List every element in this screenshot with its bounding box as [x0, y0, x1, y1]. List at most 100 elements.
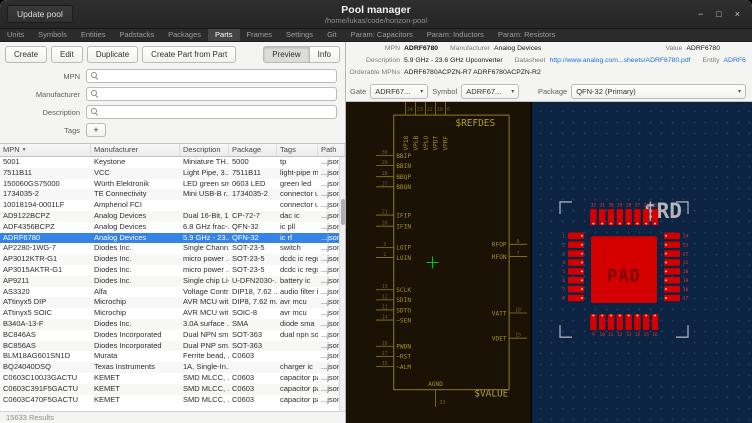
table-row[interactable]: 10018194-0001LFAmphenol FCIconnector usb… — [0, 200, 345, 211]
table-row[interactable]: AP3015AKTR-G1Diodes Inc.micro power ...S… — [0, 265, 345, 276]
description-search-input[interactable] — [102, 108, 332, 117]
package-selector: Package QFN-32 (Primary) ▾ — [532, 84, 752, 99]
results-count: 15633 Results — [0, 411, 345, 423]
tab-frames[interactable]: Frames — [240, 29, 279, 41]
column-header-tags[interactable]: Tags — [277, 144, 318, 156]
table-row[interactable]: BC846ASDiodes IncorporatedDual NPN sm...… — [0, 330, 345, 341]
column-header-description[interactable]: Description — [180, 144, 229, 156]
svg-text:27: 27 — [382, 181, 388, 187]
symbol-canvas[interactable]: $REFDES$VALUE30BBIP29BBIN28BBQP27BBQN21I… — [346, 102, 532, 423]
svg-text:16: 16 — [652, 332, 658, 338]
svg-text:26: 26 — [644, 202, 650, 208]
entity-link[interactable]: ADRF6780ACPZN-R7 — [724, 57, 747, 64]
column-header-path[interactable]: Path — [318, 144, 345, 156]
gate-symbol-selectors: Gate ADRF67... ▾ Symbol ADRF67... ▾ — [346, 84, 532, 99]
table-row[interactable]: ADF4356BCPZAnalog Devices6.8 GHz frac-..… — [0, 222, 345, 233]
manufacturer-search-entry — [86, 87, 337, 101]
pad: 3 — [562, 250, 584, 257]
svg-text:8: 8 — [562, 296, 565, 302]
svg-text:30: 30 — [608, 202, 614, 208]
svg-text:29: 29 — [617, 202, 623, 208]
symbol-pin: 10VPDT — [433, 102, 443, 150]
tab-param-capacitors[interactable]: Param: Capacitors — [344, 29, 420, 41]
table-row[interactable]: 1734035-2TE ConnectivityMini USB-B r...1… — [0, 189, 345, 200]
symbol-label: Symbol — [432, 87, 457, 96]
symbol-dropdown[interactable]: ADRF67... ▾ — [461, 84, 519, 99]
tab-param-resistors[interactable]: Param: Resistors — [491, 29, 563, 41]
tab-settings[interactable]: Settings — [279, 29, 320, 41]
tab-git[interactable]: Git — [320, 29, 344, 41]
svg-text:16: 16 — [382, 341, 388, 347]
tab-packages[interactable]: Packages — [161, 29, 208, 41]
minimize-icon[interactable]: − — [698, 10, 703, 19]
package-canvas[interactable]: $RDPAD1234567824232221201918173231302928… — [532, 102, 752, 423]
preview-toggle-button[interactable]: Preview — [263, 46, 309, 63]
table-row[interactable]: 150060GS75000Würth ElektronikLED green s… — [0, 179, 345, 190]
table-row[interactable]: 5001KeystoneMiniature TH...5000tp...json — [0, 157, 345, 168]
package-dropdown[interactable]: QFN-32 (Primary) ▾ — [571, 84, 746, 99]
table-row[interactable]: AP3012KTR-G1Diodes Inc.micro power ...SO… — [0, 254, 345, 265]
datasheet-link[interactable]: http://www.analog.com...sheets/ADRF6780.… — [550, 57, 691, 64]
tab-padstacks[interactable]: Padstacks — [112, 29, 161, 41]
table-row[interactable]: BC856ASDiodes IncorporatedDual PNP sm...… — [0, 341, 345, 352]
description-filter-row: Description — [0, 105, 337, 119]
info-toggle-button[interactable]: Info — [309, 46, 340, 63]
svg-text:VPLO: VPLO — [423, 136, 430, 151]
pad: 26 — [643, 202, 649, 225]
table-row[interactable]: ATtinyx5 SOICMicrochipAVR MCU wit...SOIC… — [0, 308, 345, 319]
table-row[interactable]: ATtinyx5 DIPMicrochipAVR MCU wit...DIP8,… — [0, 297, 345, 308]
tab-units[interactable]: Units — [0, 29, 31, 41]
tab-parts[interactable]: Parts — [208, 29, 240, 41]
pool-manager-window: Update pool Pool manager /home/lukas/cod… — [0, 0, 752, 423]
table-row[interactable]: B340A-13-FDiodes Inc.3.0A surface ...SMA… — [0, 319, 345, 330]
table-row[interactable]: BLM18AG601SN1DMurataFerrite bead, ...C06… — [0, 351, 345, 362]
headerbar: Update pool Pool manager /home/lukas/cod… — [0, 0, 752, 29]
table-scrollbar[interactable] — [339, 157, 345, 411]
create-part-from-part-button[interactable]: Create Part from Part — [142, 46, 236, 63]
svg-text:VATT: VATT — [492, 310, 507, 317]
svg-text:17: 17 — [683, 296, 689, 302]
table-row[interactable]: C0603C391F5GACTUKEMETSMD MLCC, ...C0603c… — [0, 384, 345, 395]
table-row[interactable]: ADRF6780Analog Devices5.9 GHz - 23...QFN… — [0, 233, 345, 244]
gate-dropdown[interactable]: ADRF67... ▾ — [370, 84, 428, 99]
value-value: ADRF6780 — [686, 45, 720, 52]
svg-text:LOIP: LOIP — [396, 245, 411, 252]
svg-text:AGND: AGND — [428, 381, 443, 388]
orderable-mpns-value: ADRF6780ACPZN-R7 ADRF6780ACPZN-R2 — [404, 69, 541, 76]
mpn-value: ADRF6780 — [404, 45, 438, 52]
mpn-search-input[interactable] — [102, 72, 332, 81]
maximize-icon[interactable]: □ — [716, 10, 721, 19]
update-pool-button[interactable]: Update pool — [7, 5, 73, 23]
table-row[interactable]: C0603C470F5GACTUKEMETSMD MLCC, ...C0603c… — [0, 395, 345, 406]
pad: 32 — [590, 202, 596, 225]
parts-table: MPN▼ManufacturerDescriptionPackageTagsPa… — [0, 143, 345, 411]
column-header-mpn[interactable]: MPN▼ — [0, 144, 91, 156]
edit-button[interactable]: Edit — [51, 46, 83, 63]
column-header-package[interactable]: Package — [229, 144, 277, 156]
table-row[interactable]: C0603C100J3GACTUKEMETSMD MLCC, ...C0603c… — [0, 373, 345, 384]
mpn-label: MPN — [348, 45, 400, 52]
table-row[interactable]: BQ24040DSQTexas Instruments1A, Single-In… — [0, 362, 345, 373]
entity-label: Entity — [703, 57, 720, 64]
add-tag-button[interactable]: + — [86, 123, 106, 137]
column-header-manufacturer[interactable]: Manufacturer — [91, 144, 180, 156]
tab-entities[interactable]: Entities — [74, 29, 113, 41]
table-row[interactable]: AP9211Diodes Inc.Single chip Li-...U-DFN… — [0, 276, 345, 287]
create-button[interactable]: Create — [5, 46, 47, 63]
close-icon[interactable]: × — [735, 10, 740, 19]
manufacturer-search-input[interactable] — [102, 90, 332, 99]
pad: 21 — [664, 259, 689, 266]
table-row[interactable]: AP2280-1WG-7Diodes Inc.Single Chann...SO… — [0, 243, 345, 254]
svg-text:21: 21 — [382, 210, 388, 216]
scrollbar-thumb[interactable] — [341, 199, 345, 225]
duplicate-button[interactable]: Duplicate — [87, 46, 138, 63]
svg-text:28: 28 — [382, 171, 388, 177]
info-row: Orderable MPNs ADRF6780ACPZN-R7 ADRF6780… — [348, 69, 746, 80]
table-row[interactable]: AD9122BCPZAnalog DevicesDual 16-Bit, 1..… — [0, 211, 345, 222]
svg-text:VPDT: VPDT — [433, 136, 440, 151]
tab-param-inductors[interactable]: Param: Inductors — [420, 29, 491, 41]
table-row[interactable]: 7511B11VCCLight Pipe, 3...7511B11light-p… — [0, 168, 345, 179]
tab-symbols[interactable]: Symbols — [31, 29, 74, 41]
pad: 22 — [664, 250, 689, 257]
table-row[interactable]: AS3320AlfaVoltage Contr...DIP18, 7.62 ..… — [0, 287, 345, 298]
